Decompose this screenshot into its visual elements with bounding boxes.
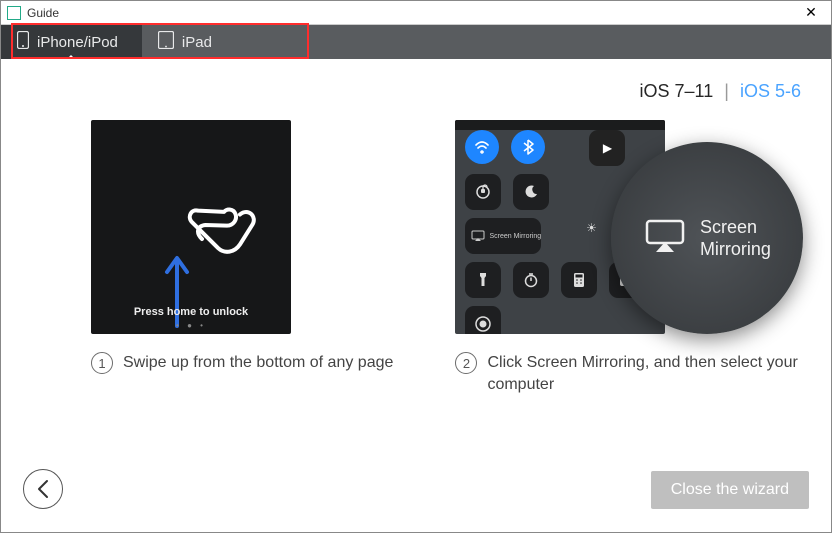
lens-text: Screen Mirroring	[700, 216, 771, 261]
tab-label: iPad	[182, 34, 212, 51]
swipe-hand-icon	[181, 186, 271, 271]
record-icon	[465, 306, 501, 334]
back-button[interactable]	[23, 469, 63, 509]
step-2-illustration: ▶ Screen Mirroring	[455, 120, 801, 334]
lens-line-2: Mirroring	[700, 238, 771, 261]
close-wizard-button[interactable]: Close the wizard	[651, 471, 809, 509]
step-1-illustration: Press home to unlock • ● •	[91, 120, 291, 334]
step-1-description: 1 Swipe up from the bottom of any page	[91, 352, 395, 374]
timer-icon	[513, 262, 549, 298]
lock-screen-hint: Press home to unlock	[91, 306, 291, 318]
calculator-icon	[561, 262, 597, 298]
magnifier-lens: Screen Mirroring	[611, 142, 803, 334]
app-icon	[7, 6, 21, 20]
play-icon: ▶	[589, 130, 625, 166]
page-dots: • ● •	[91, 321, 291, 330]
do-not-disturb-icon	[513, 174, 549, 210]
tab-ipad[interactable]: iPad	[142, 25, 236, 59]
steps-row: Press home to unlock • ● • 1 Swipe up fr…	[23, 120, 809, 395]
mirror-tile-label: Screen Mirroring	[489, 233, 541, 240]
step-text: Swipe up from the bottom of any page	[123, 352, 393, 374]
lens-line-1: Screen	[700, 216, 771, 239]
separator: |	[724, 81, 729, 101]
step-1: Press home to unlock • ● • 1 Swipe up fr…	[91, 120, 395, 374]
wizard-content: iOS 7–11 | iOS 5-6 Press home to unlock	[1, 59, 831, 533]
tab-iphone-ipod[interactable]: iPhone/iPod	[1, 25, 142, 59]
ios-version-selector: iOS 7–11 | iOS 5-6	[23, 79, 809, 120]
tab-label: iPhone/iPod	[37, 34, 118, 51]
window-titlebar: Guide ✕	[1, 1, 831, 25]
orientation-lock-icon	[465, 174, 501, 210]
step-2: ▶ Screen Mirroring	[455, 120, 809, 395]
bluetooth-icon	[511, 130, 545, 164]
phone-icon	[17, 31, 29, 53]
step-2-description: 2 Click Screen Mirroring, and then selec…	[455, 352, 809, 395]
screen-mirroring-tile: Screen Mirroring	[465, 218, 541, 254]
window-title: Guide	[27, 6, 59, 20]
window-close-button[interactable]: ✕	[791, 1, 831, 24]
step-number: 2	[455, 352, 477, 374]
step-text: Click Screen Mirroring, and then select …	[487, 352, 809, 395]
ios-version-link[interactable]: iOS 5-6	[734, 81, 807, 101]
step-number: 1	[91, 352, 113, 374]
airplay-icon	[644, 218, 686, 259]
wifi-icon	[465, 130, 499, 164]
ios-version-current[interactable]: iOS 7–11	[634, 81, 720, 101]
device-tabbar: iPhone/iPod iPad	[1, 25, 831, 59]
tablet-icon	[158, 31, 174, 53]
flashlight-icon	[465, 262, 501, 298]
